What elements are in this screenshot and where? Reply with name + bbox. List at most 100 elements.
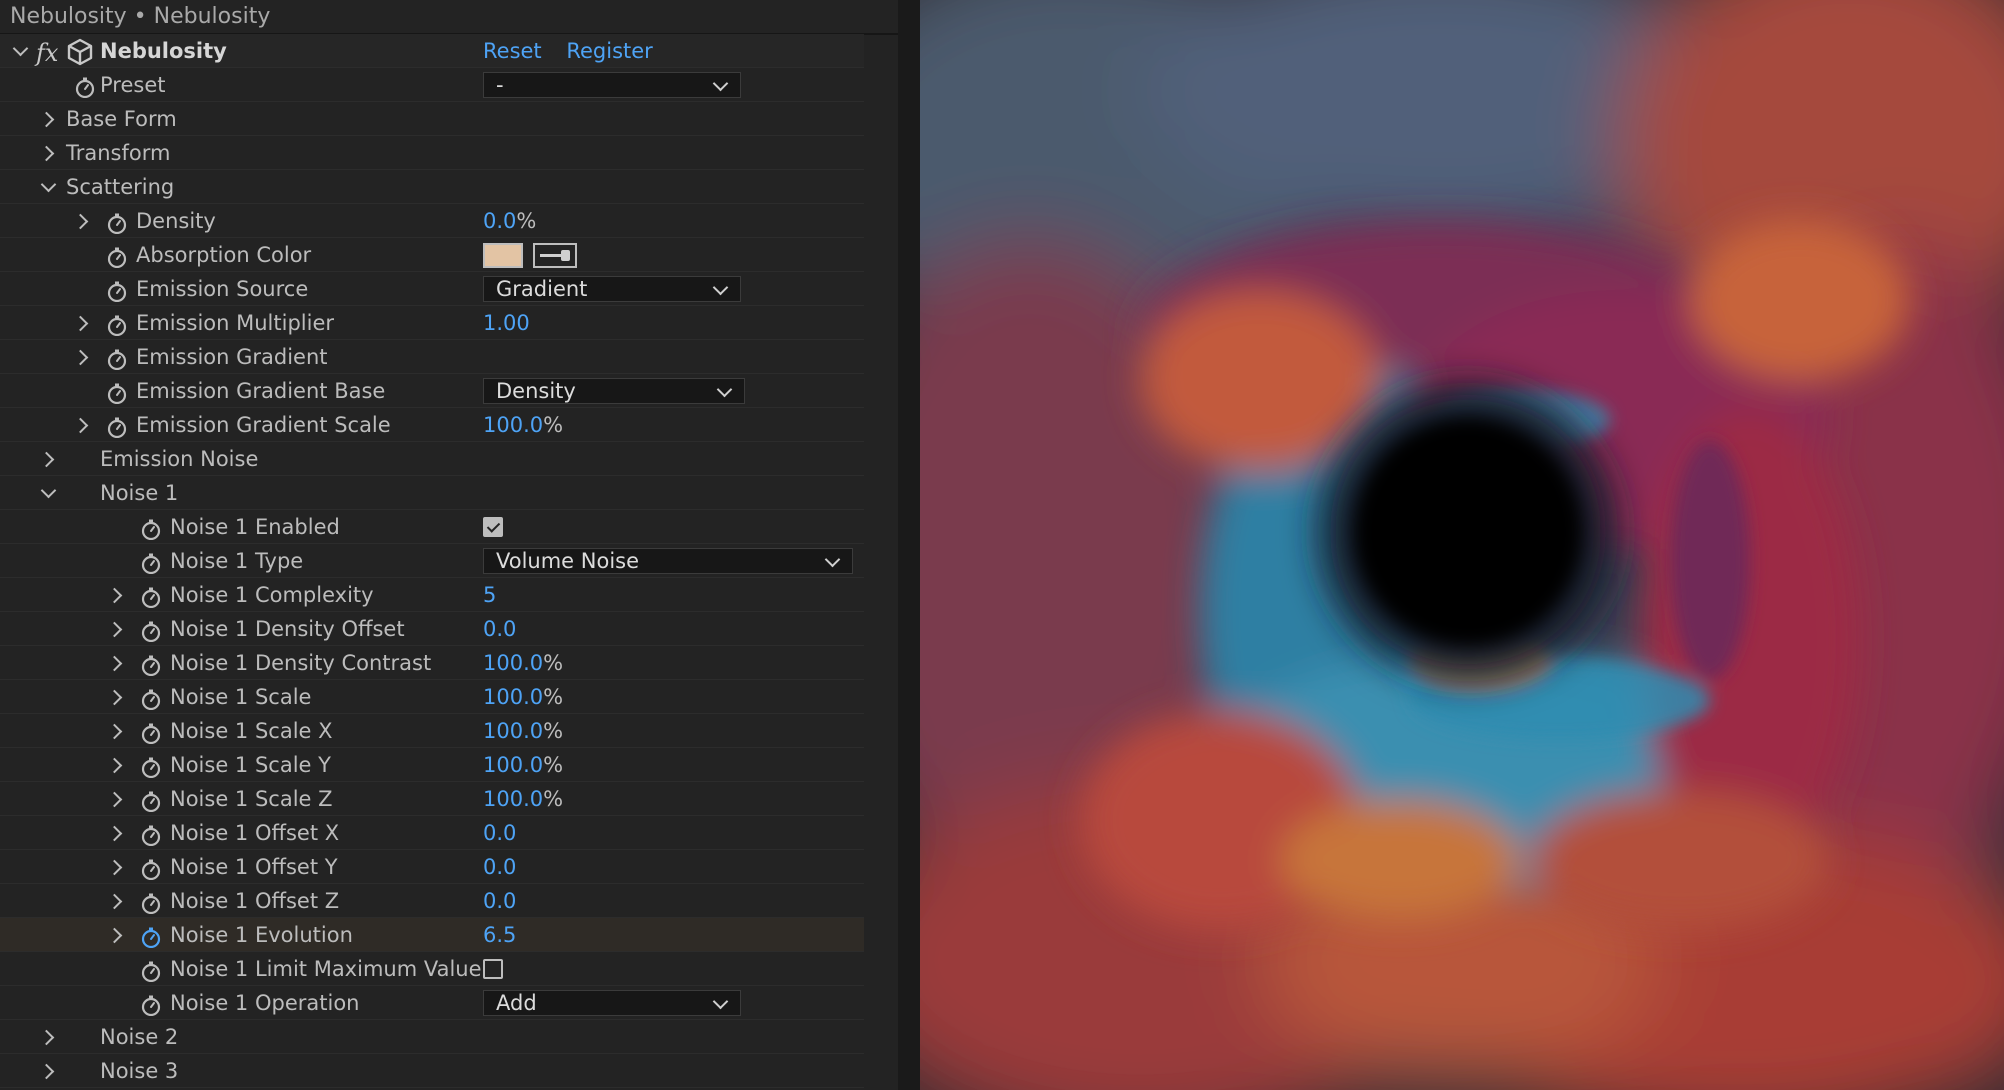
property-row-noise-1-offset-x[interactable]: Noise 1 Offset X 0.0: [0, 816, 864, 850]
register-link[interactable]: Register: [566, 39, 652, 63]
chevron-right-icon[interactable]: [106, 578, 126, 612]
stopwatch-icon[interactable]: [140, 892, 161, 914]
chevron-right-icon[interactable]: [72, 340, 92, 374]
property-row-emission-source[interactable]: Emission Source Gradient: [0, 272, 864, 306]
property-dropdown[interactable]: -: [483, 72, 741, 98]
stopwatch-icon[interactable]: [140, 824, 161, 846]
property-row-noise-3[interactable]: Noise 3: [0, 1054, 864, 1088]
property-value[interactable]: 0.0%: [483, 204, 536, 238]
property-row-noise-1-scale[interactable]: Noise 1 Scale 100.0%: [0, 680, 864, 714]
property-row-noise-1-offset-y[interactable]: Noise 1 Offset Y 0.0: [0, 850, 864, 884]
chevron-right-icon[interactable]: [38, 136, 58, 170]
color-swatch[interactable]: [483, 243, 523, 268]
value-number[interactable]: 100.0: [483, 685, 543, 709]
property-row-noise-1-complexity[interactable]: Noise 1 Complexity 5: [0, 578, 864, 612]
property-row-noise-2[interactable]: Noise 2: [0, 1020, 864, 1054]
stopwatch-icon[interactable]: [140, 688, 161, 710]
property-row-noise-1-enabled[interactable]: Noise 1 Enabled: [0, 510, 864, 544]
fx-icon[interactable]: fx: [36, 39, 58, 67]
property-value[interactable]: 100.0%: [483, 680, 563, 714]
effect-header-row[interactable]: fx Nebulosity Reset Register: [0, 34, 864, 68]
chevron-right-icon[interactable]: [106, 680, 126, 714]
chevron-right-icon[interactable]: [106, 646, 126, 680]
chevron-right-icon[interactable]: [38, 442, 58, 476]
chevron-right-icon[interactable]: [72, 408, 92, 442]
value-number[interactable]: 100.0: [483, 719, 543, 743]
property-row-absorption-color[interactable]: Absorption Color: [0, 238, 864, 272]
chevron-right-icon[interactable]: [72, 204, 92, 238]
value-number[interactable]: 100.0: [483, 753, 543, 777]
chevron-right-icon[interactable]: [38, 1020, 58, 1054]
stopwatch-icon[interactable]: [140, 994, 161, 1016]
stopwatch-icon[interactable]: [106, 348, 127, 370]
property-row-noise-1-offset-z[interactable]: Noise 1 Offset Z 0.0: [0, 884, 864, 918]
panel-divider[interactable]: [898, 0, 920, 1090]
property-row-noise-1-scale-x[interactable]: Noise 1 Scale X 100.0%: [0, 714, 864, 748]
stopwatch-icon[interactable]: [140, 926, 161, 948]
property-row-noise-1-limit-maximum-value[interactable]: Noise 1 Limit Maximum Value: [0, 952, 864, 986]
property-value[interactable]: 5: [483, 578, 496, 612]
chevron-right-icon[interactable]: [106, 918, 126, 952]
value-number[interactable]: 0.0: [483, 821, 516, 845]
property-value[interactable]: 1.00: [483, 306, 530, 340]
property-row-noise-1-density-offset[interactable]: Noise 1 Density Offset 0.0: [0, 612, 864, 646]
property-value[interactable]: 100.0%: [483, 748, 563, 782]
stopwatch-icon[interactable]: [74, 76, 95, 98]
property-row-emission-gradient-scale[interactable]: Emission Gradient Scale 100.0%: [0, 408, 864, 442]
value-number[interactable]: 0.0: [483, 209, 516, 233]
property-row-noise-1[interactable]: Noise 1: [0, 476, 864, 510]
stopwatch-icon[interactable]: [140, 620, 161, 642]
chevron-right-icon[interactable]: [72, 306, 92, 340]
stopwatch-icon[interactable]: [106, 314, 127, 336]
stopwatch-icon[interactable]: [140, 552, 161, 574]
property-value[interactable]: 100.0%: [483, 408, 563, 442]
reset-link[interactable]: Reset: [483, 39, 542, 63]
property-row-scattering[interactable]: Scattering: [0, 170, 864, 204]
value-number[interactable]: 100.0: [483, 651, 543, 675]
property-row-noise-1-operation[interactable]: Noise 1 Operation Add: [0, 986, 864, 1020]
chevron-down-icon[interactable]: [38, 476, 58, 510]
value-number[interactable]: 5: [483, 583, 496, 607]
stopwatch-icon[interactable]: [140, 586, 161, 608]
chevron-down-icon[interactable]: [38, 170, 58, 204]
value-number[interactable]: 0.0: [483, 617, 516, 641]
stopwatch-icon[interactable]: [140, 790, 161, 812]
stopwatch-icon[interactable]: [106, 280, 127, 302]
chevron-right-icon[interactable]: [106, 612, 126, 646]
stopwatch-icon[interactable]: [106, 416, 127, 438]
property-value[interactable]: 0.0: [483, 612, 516, 646]
value-number[interactable]: 0.0: [483, 855, 516, 879]
property-row-noise-1-scale-z[interactable]: Noise 1 Scale Z 100.0%: [0, 782, 864, 816]
property-row-emission-gradient[interactable]: Emission Gradient: [0, 340, 864, 374]
property-row-preset[interactable]: Preset -: [0, 68, 864, 102]
property-checkbox[interactable]: [483, 517, 503, 537]
chevron-right-icon[interactable]: [106, 850, 126, 884]
chevron-right-icon[interactable]: [106, 748, 126, 782]
stopwatch-icon[interactable]: [140, 960, 161, 982]
property-value[interactable]: 0.0: [483, 816, 516, 850]
chevron-right-icon[interactable]: [106, 714, 126, 748]
value-number[interactable]: 100.0: [483, 787, 543, 811]
property-dropdown[interactable]: Add: [483, 990, 741, 1016]
property-row-noise-1-evolution[interactable]: Noise 1 Evolution 6.5: [0, 918, 864, 952]
chevron-right-icon[interactable]: [106, 782, 126, 816]
chevron-right-icon[interactable]: [38, 1054, 58, 1088]
property-row-noise-1-scale-y[interactable]: Noise 1 Scale Y 100.0%: [0, 748, 864, 782]
chevron-right-icon[interactable]: [106, 884, 126, 918]
stopwatch-icon[interactable]: [140, 518, 161, 540]
property-value[interactable]: 0.0: [483, 884, 516, 918]
property-row-emission-noise[interactable]: Emission Noise: [0, 442, 864, 476]
stopwatch-icon[interactable]: [140, 858, 161, 880]
stopwatch-icon[interactable]: [106, 212, 127, 234]
chevron-right-icon[interactable]: [106, 816, 126, 850]
value-number[interactable]: 100.0: [483, 413, 543, 437]
stopwatch-icon[interactable]: [106, 246, 127, 268]
property-value[interactable]: 0.0: [483, 850, 516, 884]
property-dropdown[interactable]: Density: [483, 378, 745, 404]
stopwatch-icon[interactable]: [140, 654, 161, 676]
chevron-right-icon[interactable]: [38, 102, 58, 136]
stopwatch-icon[interactable]: [140, 756, 161, 778]
stopwatch-icon[interactable]: [106, 382, 127, 404]
property-dropdown[interactable]: Volume Noise: [483, 548, 853, 574]
composition-viewer[interactable]: [920, 0, 2004, 1090]
